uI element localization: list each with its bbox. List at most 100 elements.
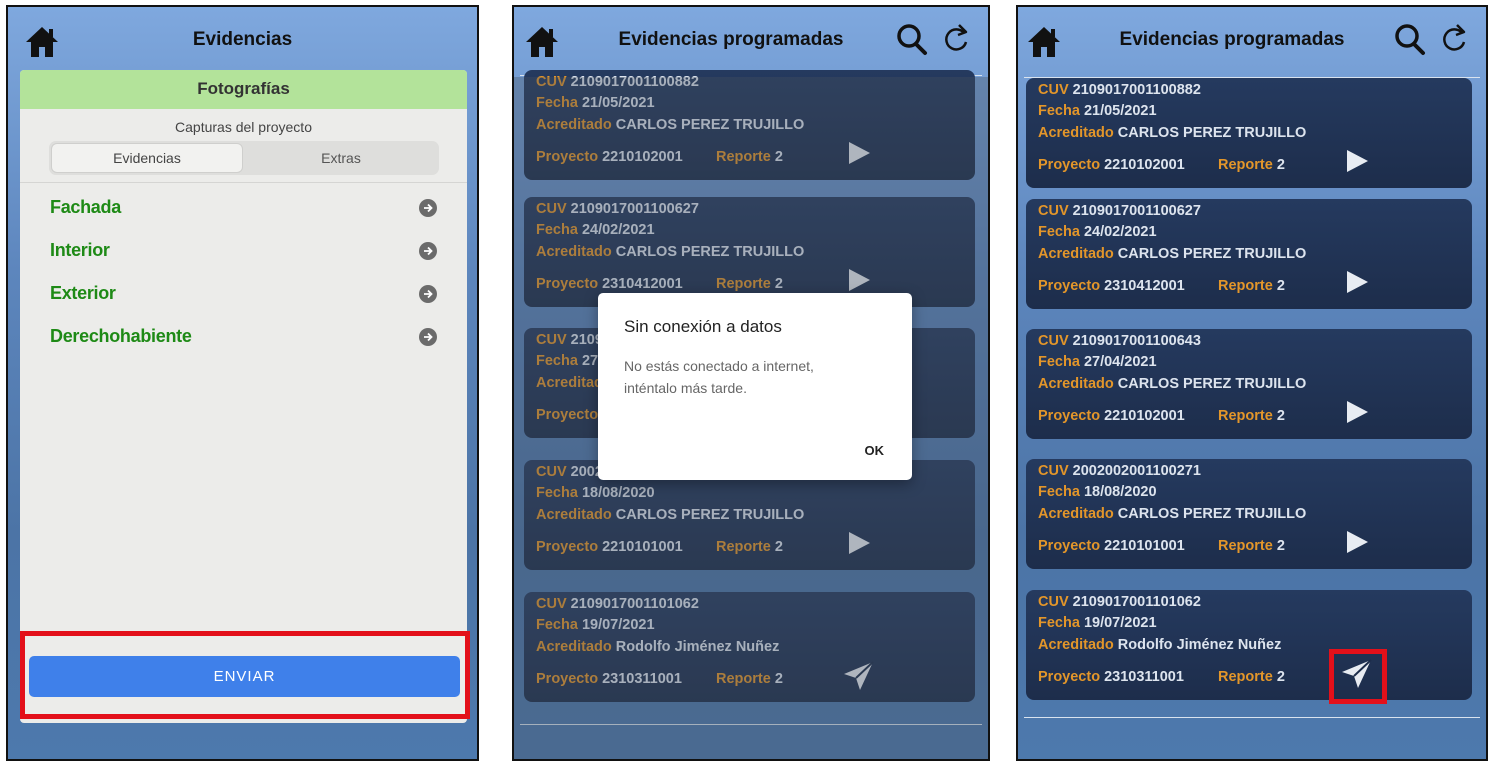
reporte-label: Reporte [1218,538,1273,554]
refresh-icon[interactable] [1438,21,1472,57]
category-label: Interior [50,240,110,260]
evidence-item[interactable]: CUV 2109017001100627 Fecha 24/02/2021 Acre… [1026,199,1472,309]
reporte-value: 2 [1276,278,1285,294]
acreditado-label: Acreditado [1038,506,1114,522]
refresh-icon[interactable] [940,21,974,57]
cuv-value: 2109017001100627 [1072,203,1201,219]
proyecto-value: 2210101001 [1104,538,1185,554]
top-bar: Evidencias [8,7,477,77]
fecha-line: Fecha 21/05/2021 [1038,103,1157,119]
acreditado-value: CARLOS PEREZ TRUJILLO [1117,246,1307,262]
reporte-label: Reporte [1218,408,1273,424]
category-derechohabiente[interactable]: Derechohabiente [50,326,443,352]
segment-control: Evidencias Extras [49,141,439,175]
play-icon[interactable] [1344,269,1370,295]
cuv-value: 2109017001100643 [1072,333,1201,349]
cuv-line: CUV 2109017001100882 [1038,82,1201,98]
fecha-line: Fecha 27/04/2021 [1038,354,1157,370]
reporte-value: 2 [1276,408,1285,424]
section-header: Fotografías [20,70,467,109]
proyecto-value: 2310412001 [1104,278,1185,294]
acreditado-label: Acreditado [1038,376,1114,392]
acreditado-label: Acreditado [1038,637,1114,653]
evidence-card: Fotografías Capturas del proyecto Eviden… [20,70,467,723]
category-label: Fachada [50,197,121,217]
fecha-label: Fecha [1038,224,1080,240]
evidence-item[interactable]: CUV 2109017001100643 Fecha 27/04/2021 Acre… [1026,329,1472,439]
top-bar: Evidencias programadas [1018,7,1486,77]
fecha-line: Fecha 19/07/2021 [1038,615,1157,631]
acreditado-line: Acreditado CARLOS PEREZ TRUJILLO [1038,376,1306,392]
fecha-label: Fecha [1038,484,1080,500]
category-fachada[interactable]: Fachada [50,197,443,223]
section-caption: Capturas del proyecto [175,119,312,135]
acreditado-label: Acreditado [1038,125,1114,141]
arrow-right-circle-icon [419,328,437,346]
cuv-label: CUV [1038,594,1069,610]
cuv-line: CUV 2109017001100643 [1038,333,1201,349]
reporte-line: Reporte 2 [1218,157,1285,173]
acreditado-value: CARLOS PEREZ TRUJILLO [1117,506,1307,522]
reporte-label: Reporte [1218,278,1273,294]
cuv-value: 2002002001100271 [1072,463,1201,479]
proyecto-label: Proyecto [1038,278,1101,294]
proyecto-label: Proyecto [1038,408,1101,424]
cuv-label: CUV [1038,203,1069,219]
proyecto-label: Proyecto [1038,538,1101,554]
fecha-value: 24/02/2021 [1083,224,1157,240]
evidence-item[interactable]: CUV 2109017001100882 Fecha 21/05/2021 Acre… [1026,78,1472,188]
acreditado-line: Acreditado CARLOS PEREZ TRUJILLO [1038,125,1306,141]
category-label: Derechohabiente [50,326,192,346]
play-icon[interactable] [1344,399,1370,425]
proyecto-label: Proyecto [1038,669,1101,685]
separator [1024,717,1480,718]
dialog-title: Sin conexión a datos [624,317,782,336]
fecha-label: Fecha [1038,354,1080,370]
fecha-value: 21/05/2021 [1083,103,1157,119]
ok-button[interactable]: OK [865,443,885,458]
screen-evidencias-programadas: Evidencias programadas CUV 2109017001100… [1016,5,1488,761]
search-icon[interactable] [1393,21,1427,57]
acreditado-value: Rodolfo Jiménez Nuñez [1117,637,1282,653]
tab-extras[interactable]: Extras [245,143,437,173]
acreditado-label: Acreditado [1038,246,1114,262]
screen-evidencias-programadas-offline: Evidencias programadas CUV 2109017001100… [512,5,990,761]
arrow-right-circle-icon [419,242,437,260]
cuv-label: CUV [1038,82,1069,98]
play-icon[interactable] [1344,529,1370,555]
top-bar: Evidencias programadas [514,7,988,77]
cuv-value: 2109017001100882 [1072,82,1201,98]
fecha-label: Fecha [1038,103,1080,119]
proyecto-line: Proyecto 2210102001 [1038,408,1185,424]
arrow-right-circle-icon [419,285,437,303]
evidence-item[interactable]: CUV 2109017001101062 Fecha 19/07/2021 Acre… [1026,590,1472,700]
send-button[interactable]: ENVIAR [29,656,460,697]
fecha-line: Fecha 24/02/2021 [1038,224,1157,240]
reporte-line: Reporte 2 [1218,669,1285,685]
acreditado-line: Acreditado Rodolfo Jiménez Nuñez [1038,637,1281,653]
search-icon[interactable] [895,21,929,57]
tab-evidencias[interactable]: Evidencias [51,143,243,173]
cuv-label: CUV [1038,463,1069,479]
fecha-value: 27/04/2021 [1083,354,1157,370]
fecha-label: Fecha [1038,615,1080,631]
category-label: Exterior [50,283,116,303]
proyecto-line: Proyecto 2210102001 [1038,157,1185,173]
acreditado-line: Acreditado CARLOS PEREZ TRUJILLO [1038,506,1306,522]
arrow-right-circle-icon [419,199,437,217]
play-icon[interactable] [1344,148,1370,174]
screen-evidencias: Evidencias Fotografías Capturas del proy… [6,5,479,761]
reporte-line: Reporte 2 [1218,278,1285,294]
proyecto-value: 2210102001 [1104,408,1185,424]
fecha-line: Fecha 18/08/2020 [1038,484,1157,500]
divider [20,182,467,183]
category-exterior[interactable]: Exterior [50,283,443,309]
evidence-item[interactable]: CUV 2002002001100271 Fecha 18/08/2020 Acre… [1026,459,1472,569]
no-connection-dialog: Sin conexión a datos No estás conectado … [598,293,912,480]
cuv-value: 2109017001101062 [1072,594,1201,610]
cuv-line: CUV 2002002001100271 [1038,463,1201,479]
category-interior[interactable]: Interior [50,240,443,266]
cuv-label: CUV [1038,333,1069,349]
proyecto-value: 2210102001 [1104,157,1185,173]
page-title: Evidencias [192,29,293,50]
